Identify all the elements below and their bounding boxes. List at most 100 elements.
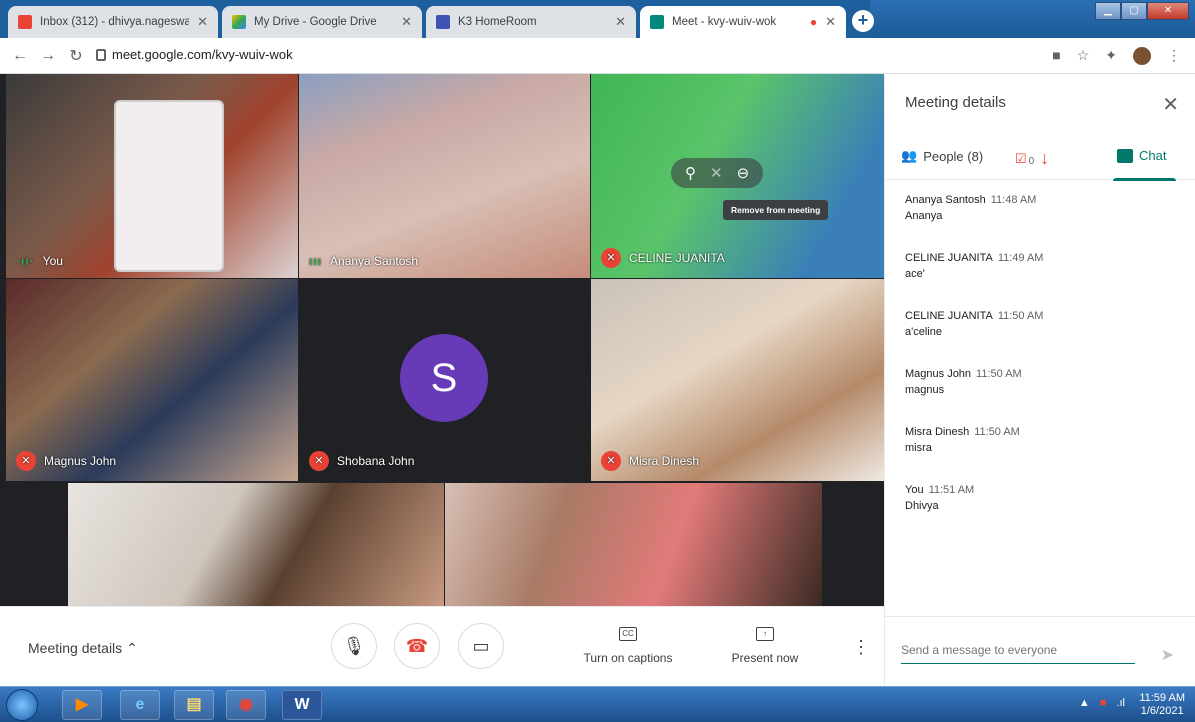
tray-expand-icon[interactable]: ▲ (1079, 697, 1090, 709)
forward-icon[interactable]: → (34, 47, 62, 65)
video-grid: ·ıı· You ııı Ananya Santosh ⚲ ✕ ⊖ Remove f… (0, 74, 884, 606)
mic-off-icon: ✕ (601, 451, 621, 471)
extensions-icon[interactable]: ✦ (1105, 47, 1117, 65)
video-camera-icon: ▭ (472, 636, 490, 656)
participant-tile[interactable]: ✕ Magnus John (6, 279, 298, 481)
participant-label: ·ıı· You (16, 254, 63, 268)
close-panel-icon[interactable]: ✕ (1162, 92, 1179, 117)
present-button[interactable]: ↑ Present now (730, 627, 800, 665)
taskbar-clock[interactable]: 11:59 AM 1/6/2021 (1139, 692, 1185, 718)
tab-tasks[interactable]: ☑ 0 ↓ (1015, 148, 1049, 169)
windows-taskbar: ▶ e ▤ ◉ W ▲ ■ .ıl 11:59 AM 1/6/2021 (0, 686, 1195, 722)
reload-icon[interactable]: ↻ (62, 46, 90, 66)
participant-tile[interactable]: ⚲ ✕ ⊖ Remove from meeting ✕ CELINE JUANIT… (591, 74, 884, 278)
chrome-icon[interactable]: ◉ (226, 690, 266, 720)
message-sender: CELINE JUANITA (905, 310, 993, 322)
tab-people[interactable]: 👥 People (8) (901, 148, 983, 164)
meeting-details-toggle[interactable]: Meeting details ⌃ (28, 640, 138, 657)
word-icon[interactable]: W (282, 690, 322, 720)
mute-participant-icon[interactable]: ✕ (710, 164, 723, 182)
participant-name: Magnus John (44, 454, 117, 468)
tab-title: Inbox (312) - dhivya.nageswari@ (40, 16, 190, 28)
message-time: 11:51 AM (928, 484, 975, 496)
minimize-icon[interactable]: ▁ (1095, 2, 1121, 20)
close-tab-icon[interactable]: ✕ (197, 14, 208, 30)
maximize-icon[interactable]: ▢ (1121, 2, 1147, 20)
down-arrow-icon: ↓ (1040, 148, 1050, 168)
browser-tab-strip: Inbox (312) - dhivya.nageswari@ ✕ My Dri… (0, 0, 1195, 38)
chat-message: CELINE JUANITA 11:50 AM a'celine (905, 310, 1185, 338)
message-text: ace' (905, 268, 925, 280)
more-options-icon[interactable]: ⋮ (852, 637, 870, 658)
chat-message-input[interactable] (901, 643, 1135, 664)
message-text: misra (905, 442, 932, 454)
meeting-details-panel: Meeting details ✕ 👥 People (8) ☑ 0 ↓ Cha… (884, 74, 1195, 686)
participant-name: Ananya Santosh (330, 254, 419, 268)
participant-tile[interactable]: S ✕ Shobana John (299, 279, 590, 481)
signal-icon[interactable]: .ıl (1116, 697, 1125, 709)
chat-icon (1117, 148, 1133, 163)
message-time: 11:50 AM (974, 426, 1020, 438)
file-explorer-icon[interactable]: ▤ (174, 690, 214, 720)
tab-title: My Drive - Google Drive (254, 16, 377, 28)
recording-indicator-icon: ● (809, 15, 818, 29)
people-tab-label: People (8) (923, 148, 984, 164)
start-button[interactable] (6, 689, 38, 721)
close-tab-icon[interactable]: ✕ (401, 14, 412, 30)
menu-icon[interactable]: ⋮ (1167, 47, 1181, 65)
present-label: Present now (731, 651, 799, 665)
send-icon[interactable]: ➤ (1161, 645, 1174, 665)
clock-time: 11:59 AM (1139, 692, 1185, 704)
tab-drive[interactable]: My Drive - Google Drive ✕ (222, 6, 422, 38)
speaking-icon: ııı (309, 254, 323, 268)
chat-message: Magnus John 11:50 AM magnus (905, 368, 1185, 396)
new-tab-button[interactable]: + (852, 10, 874, 32)
participant-label: ııı Ananya Santosh (309, 254, 418, 268)
participant-tile[interactable]: ✕ Misra Dinesh (591, 279, 884, 481)
panel-tabs: 👥 People (8) ☑ 0 ↓ Chat (885, 138, 1195, 181)
message-time: 11:48 AM (990, 194, 1037, 206)
participant-label: ✕ Misra Dinesh (601, 451, 699, 471)
message-sender: Ananya Santosh (905, 194, 986, 206)
internet-explorer-icon[interactable]: e (120, 690, 160, 720)
tab-meet[interactable]: Meet - kvy-wuiv-wok ● ✕ (640, 6, 846, 38)
system-tray: ▲ ■ .ıl (1079, 697, 1125, 709)
chat-message: Ananya Santosh 11:48 AM Ananya (905, 194, 1185, 222)
media-player-icon[interactable]: ▶ (62, 690, 102, 720)
network-alert-icon[interactable]: ■ (1100, 697, 1107, 709)
captions-icon: CC (619, 627, 637, 641)
back-icon[interactable]: ← (6, 47, 34, 65)
url-field[interactable]: meet.google.com/kvy-wuiv-wok (112, 47, 293, 62)
message-sender: CELINE JUANITA (905, 252, 993, 264)
people-icon: 👥 (901, 148, 918, 163)
participant-tile[interactable]: ııı Ananya Santosh (299, 74, 590, 278)
profile-avatar[interactable] (1133, 47, 1151, 65)
google-drive-icon (232, 15, 246, 29)
close-tab-icon[interactable]: ✕ (615, 14, 626, 30)
participant-tile[interactable] (445, 483, 822, 606)
tooltip: Remove from meeting (723, 200, 829, 220)
captions-button[interactable]: CC Turn on captions (583, 627, 673, 665)
tab-gmail[interactable]: Inbox (312) - dhivya.nageswari@ ✕ (8, 6, 218, 38)
message-time: 11:49 AM (997, 252, 1044, 264)
close-window-icon[interactable]: ✕ (1147, 2, 1189, 20)
window-controls: ▁ ▢ ✕ (1095, 2, 1189, 20)
message-time: 11:50 AM (976, 368, 1022, 380)
camera-icon[interactable]: ■ (1052, 47, 1060, 65)
pin-icon[interactable]: ⚲ (685, 164, 696, 182)
tab-k3-homeroom[interactable]: K3 HomeRoom ✕ (426, 6, 636, 38)
message-text: Dhivya (905, 500, 939, 512)
google-meet-icon (650, 15, 664, 29)
leave-call-button[interactable]: ☎ (394, 623, 440, 669)
tab-chat[interactable]: Chat (1112, 148, 1178, 181)
camera-button[interactable]: ▭ (458, 623, 504, 669)
message-sender: Misra Dinesh (905, 426, 970, 438)
star-icon[interactable]: ☆ (1077, 47, 1090, 65)
participant-tile[interactable] (68, 483, 444, 606)
gmail-icon (18, 15, 32, 29)
close-tab-icon[interactable]: ✕ (825, 14, 836, 30)
microphone-button[interactable]: 🎙 (331, 623, 377, 669)
participant-tile[interactable]: ·ıı· You (6, 74, 298, 278)
remove-participant-icon[interactable]: ⊖ (737, 164, 750, 182)
message-text: a'celine (905, 326, 942, 338)
